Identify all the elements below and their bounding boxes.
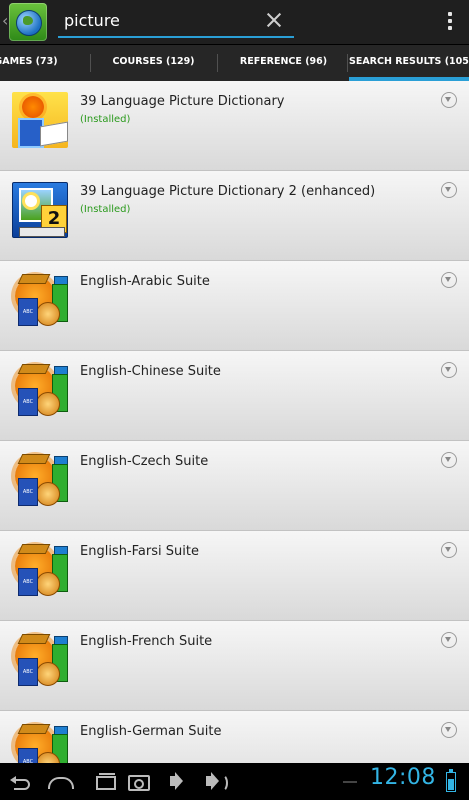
expand-menu-icon[interactable] [441, 452, 457, 468]
system-navigation-bar: 12:08 [0, 763, 469, 800]
tab-search-results[interactable]: SEARCH RESULTS (105) [349, 45, 469, 81]
clock[interactable]: 12:08 [370, 765, 436, 790]
app-title: English-French Suite [80, 634, 213, 649]
language-suite-icon: ABC [12, 452, 68, 508]
language-suite-icon: ABC [12, 362, 68, 418]
close-icon[interactable] [264, 10, 284, 30]
notification-indicator [343, 781, 357, 783]
search-field [58, 6, 294, 38]
search-input[interactable] [64, 8, 254, 32]
expand-menu-icon[interactable] [441, 632, 457, 648]
list-item[interactable]: ABC English-Farsi Suite [0, 531, 469, 621]
app-title: 39 Language Picture Dictionary [80, 94, 285, 109]
list-item[interactable]: ABC English-Czech Suite [0, 441, 469, 531]
tab-divider [347, 54, 348, 72]
expand-menu-icon[interactable] [441, 272, 457, 288]
installed-status: (Installed) [80, 114, 131, 125]
language-suite-icon: ABC [12, 542, 68, 598]
tab-courses[interactable]: COURSES (129) [92, 45, 215, 81]
installed-status: (Installed) [80, 204, 131, 215]
picture-dictionary-2-icon: 2 [12, 182, 68, 238]
battery-icon [446, 769, 456, 792]
volume-up-icon[interactable] [196, 763, 236, 800]
picture-dictionary-icon [12, 92, 68, 148]
screenshot-icon[interactable] [120, 763, 160, 800]
list-item[interactable]: 39 Language Picture Dictionary (Installe… [0, 81, 469, 171]
expand-menu-icon[interactable] [441, 92, 457, 108]
list-item[interactable]: ABC English-French Suite [0, 621, 469, 711]
app-title: English-Arabic Suite [80, 274, 210, 289]
list-item[interactable]: ABC English-Arabic Suite [0, 261, 469, 351]
expand-menu-icon[interactable] [441, 182, 457, 198]
language-suite-icon: ABC [12, 722, 68, 763]
globe-app-icon[interactable] [9, 3, 47, 41]
app-title: English-Chinese Suite [80, 364, 221, 379]
app-title: English-German Suite [80, 724, 222, 739]
home-icon[interactable] [40, 763, 80, 800]
language-suite-icon: ABC [12, 632, 68, 688]
search-results-list: 39 Language Picture Dictionary (Installe… [0, 81, 469, 763]
tab-reference[interactable]: REFERENCE (96) [219, 45, 348, 81]
back-icon[interactable] [4, 763, 44, 800]
tab-games[interactable]: GAMES (73) [0, 45, 58, 81]
language-suite-icon: ABC [12, 272, 68, 328]
globe-icon [16, 10, 42, 36]
list-item[interactable]: ABC English-Chinese Suite [0, 351, 469, 441]
list-item[interactable]: ABC English-German Suite [0, 711, 469, 763]
action-bar: ‹ [0, 0, 469, 45]
volume-down-icon[interactable] [160, 763, 200, 800]
app-title: English-Farsi Suite [80, 544, 199, 559]
app-title: 39 Language Picture Dictionary 2 (enhanc… [80, 184, 376, 199]
chevron-left-icon[interactable]: ‹ [2, 11, 8, 30]
tab-divider [217, 54, 218, 72]
overflow-menu-icon[interactable] [447, 12, 453, 34]
tab-bar: GAMES (73) COURSES (129) REFERENCE (96) … [0, 45, 469, 81]
expand-menu-icon[interactable] [441, 722, 457, 738]
expand-menu-icon[interactable] [441, 362, 457, 378]
list-item[interactable]: 2 39 Language Picture Dictionary 2 (enha… [0, 171, 469, 261]
expand-menu-icon[interactable] [441, 542, 457, 558]
app-title: English-Czech Suite [80, 454, 209, 469]
tab-divider [90, 54, 91, 72]
